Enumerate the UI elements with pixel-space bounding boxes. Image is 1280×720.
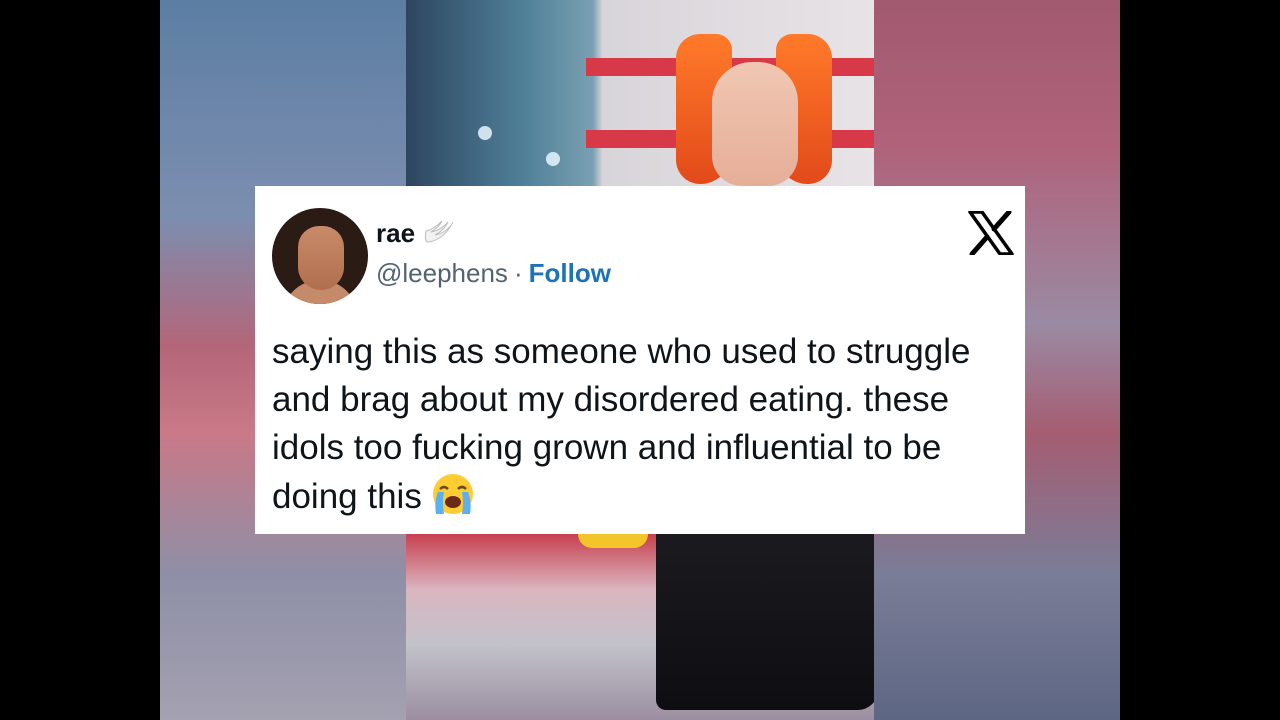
performer-outfit: [656, 534, 874, 710]
light-glint: [478, 126, 492, 140]
follow-button[interactable]: Follow: [529, 258, 611, 288]
tweet-card: rae @leephens · Follow saying this as some…: [255, 186, 1025, 534]
display-name[interactable]: rae: [376, 218, 415, 249]
separator-dot: ·: [513, 258, 523, 288]
avatar-face: [298, 226, 344, 290]
video-clip-top: [406, 0, 874, 186]
tweet-body: saying this as someone who used to strug…: [272, 332, 971, 516]
performer-face: [712, 62, 798, 186]
handle-row: @leephens · Follow: [376, 258, 611, 289]
loudly-crying-face-icon: [432, 474, 473, 514]
stage-prop: [578, 534, 648, 548]
video-clip-bottom: [406, 534, 874, 720]
user-handle[interactable]: @leephens: [376, 258, 508, 288]
light-glint: [546, 152, 560, 166]
avatar[interactable]: [272, 208, 368, 304]
wing-icon: [424, 220, 454, 243]
tweet-text: saying this as someone who used to strug…: [272, 328, 1017, 521]
x-logo-icon[interactable]: [968, 211, 1014, 255]
